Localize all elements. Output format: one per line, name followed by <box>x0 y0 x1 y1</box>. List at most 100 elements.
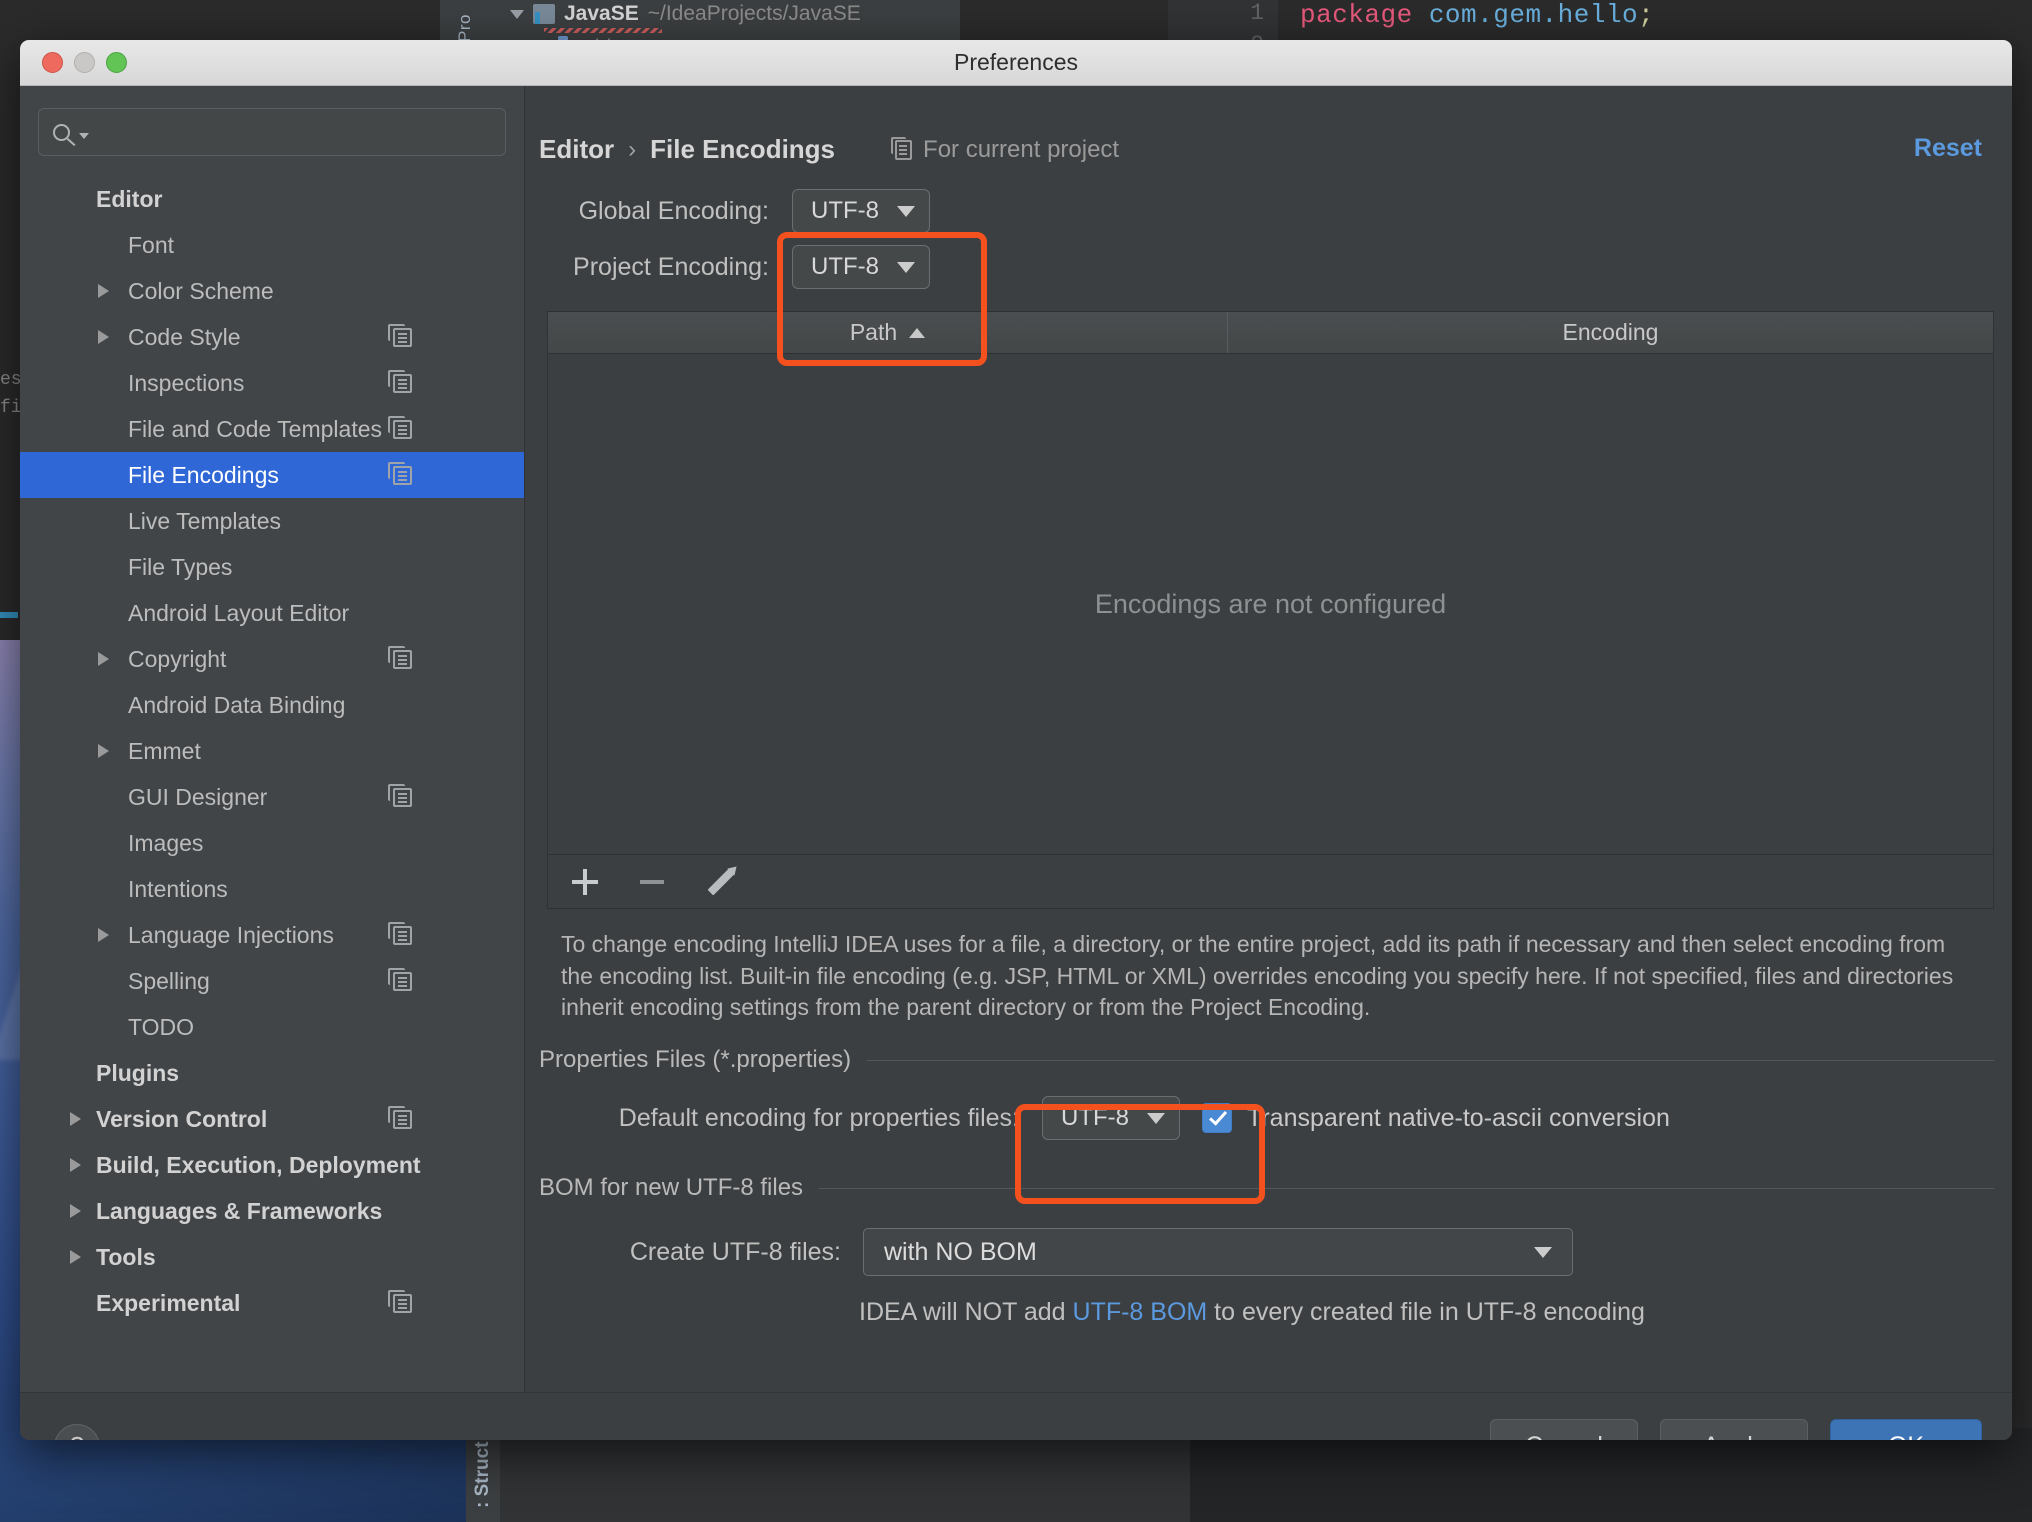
sidebar-item-label: Color Scheme <box>128 277 274 304</box>
reset-link[interactable]: Reset <box>1914 134 1982 163</box>
sidebar-item-inspections[interactable]: Inspections <box>20 360 524 406</box>
copy-settings-icon[interactable] <box>388 323 412 347</box>
dialog-footer: ? Cancel Apply OK <box>20 1392 2012 1440</box>
search-input[interactable] <box>38 108 506 156</box>
copy-settings-icon[interactable] <box>388 783 412 807</box>
project-encoding-select[interactable]: UTF-8 <box>792 245 930 289</box>
sidebar-item-file-types[interactable]: File Types <box>20 544 524 590</box>
chevron-right-icon[interactable] <box>70 1112 81 1126</box>
backdrop-bottom-editor <box>1190 1428 2032 1522</box>
global-encoding-row: Global Encoding: UTF-8 <box>525 189 2012 233</box>
sidebar-item-plugins[interactable]: Plugins <box>20 1050 524 1096</box>
sidebar-item-code-style[interactable]: Code Style <box>20 314 524 360</box>
transparent-conversion-control[interactable]: Transparent native-to-ascii conversion <box>1202 1103 1670 1134</box>
ok-button[interactable]: OK <box>1830 1418 1982 1440</box>
sidebar-item-languages-frameworks[interactable]: Languages & Frameworks <box>20 1188 524 1234</box>
properties-encoding-value: UTF-8 <box>1061 1104 1129 1132</box>
backdrop-squiggle <box>544 28 662 33</box>
copy-settings-icon[interactable] <box>388 461 412 485</box>
chevron-right-icon[interactable] <box>70 1250 81 1264</box>
apply-button[interactable]: Apply <box>1660 1418 1808 1440</box>
backdrop-accent-line <box>0 612 18 618</box>
table-column-encoding[interactable]: Encoding <box>1228 312 1993 353</box>
properties-default-encoding-row: Default encoding for properties files: U… <box>539 1096 1994 1141</box>
chevron-right-icon[interactable] <box>98 744 109 758</box>
project-encoding-label: Project Encoding: <box>573 252 769 281</box>
sidebar-item-build-execution-deployment[interactable]: Build, Execution, Deployment <box>20 1142 524 1188</box>
sidebar-item-experimental[interactable]: Experimental <box>20 1280 524 1326</box>
chevron-right-icon[interactable] <box>98 284 109 298</box>
sidebar-item-label: Copyright <box>128 645 227 672</box>
settings-content: Editor › File Encodings For current proj… <box>525 86 2012 1392</box>
chevron-down-icon <box>79 132 89 139</box>
chevron-right-icon[interactable] <box>70 1158 81 1172</box>
chevron-right-icon[interactable] <box>70 1204 81 1218</box>
sidebar-item-label: Live Templates <box>128 507 281 534</box>
chevron-right-icon[interactable] <box>98 330 109 344</box>
table-column-path[interactable]: Path <box>548 312 1228 353</box>
help-button[interactable]: ? <box>54 1423 100 1440</box>
project-encoding-row: Project Encoding: UTF-8 <box>525 245 2012 289</box>
table-empty-message: Encodings are not configured <box>1094 588 1447 619</box>
sidebar-item-copyright[interactable]: Copyright <box>20 636 524 682</box>
sidebar-item-images[interactable]: Images <box>20 820 524 866</box>
global-encoding-select[interactable]: UTF-8 <box>792 189 930 233</box>
sidebar-item-live-templates[interactable]: Live Templates <box>20 498 524 544</box>
sort-ascending-icon <box>909 327 926 338</box>
sidebar-item-font[interactable]: Font <box>20 222 524 268</box>
chevron-down-icon <box>1147 1112 1165 1124</box>
sidebar-item-editor[interactable]: Editor <box>20 176 524 222</box>
add-icon[interactable] <box>572 868 598 895</box>
search-icon <box>53 123 70 141</box>
edit-icon[interactable] <box>707 868 735 895</box>
copy-settings-icon[interactable] <box>388 1289 412 1313</box>
chevron-right-icon[interactable] <box>98 652 109 666</box>
settings-sidebar: Editor Font Color Scheme Code Style Inspecti… <box>20 86 525 1392</box>
sidebar-item-label: Android Layout Editor <box>128 599 350 626</box>
sidebar-item-label: Version Control <box>96 1105 268 1132</box>
sidebar-item-file-and-code-templates[interactable]: File and Code Templates <box>20 406 524 452</box>
remove-icon[interactable] <box>640 879 664 884</box>
copy-settings-icon <box>891 136 913 160</box>
sidebar-item-gui-designer[interactable]: GUI Designer <box>20 774 524 820</box>
sidebar-item-intentions[interactable]: Intentions <box>20 866 524 912</box>
breadcrumb-separator-icon: › <box>628 135 637 163</box>
copy-settings-icon[interactable] <box>388 967 412 991</box>
bom-note-link[interactable]: UTF-8 BOM <box>1073 1298 1208 1326</box>
sidebar-item-label: Font <box>128 231 175 258</box>
bom-create-value: with NO BOM <box>884 1237 1037 1266</box>
sidebar-item-android-data-binding[interactable]: Android Data Binding <box>20 682 524 728</box>
sidebar-item-todo[interactable]: TODO <box>20 1004 524 1050</box>
sidebar-item-version-control[interactable]: Version Control <box>20 1096 524 1142</box>
copy-settings-icon[interactable] <box>388 369 412 393</box>
cancel-button[interactable]: Cancel <box>1490 1418 1638 1440</box>
copy-settings-icon[interactable] <box>388 921 412 945</box>
transparent-conversion-checkbox[interactable] <box>1202 1103 1232 1134</box>
chevron-down-icon <box>510 9 524 19</box>
properties-default-encoding-label: Default encoding for properties files: <box>618 1103 1019 1132</box>
bom-create-select[interactable]: with NO BOM <box>863 1228 1573 1277</box>
window-title: Preferences <box>953 49 1078 75</box>
copy-settings-icon[interactable] <box>388 1105 412 1129</box>
preferences-dialog: Preferences Editor Font Color Scheme Code S… <box>20 40 2012 1440</box>
properties-encoding-select[interactable]: UTF-8 <box>1042 1096 1180 1141</box>
sidebar-item-language-injections[interactable]: Language Injections <box>20 912 524 958</box>
bom-create-row: Create UTF-8 files: with NO BOM <box>539 1228 1994 1277</box>
sidebar-item-file-encodings[interactable]: File Encodings <box>20 452 524 498</box>
bom-note-suffix: to every created file in UTF-8 encoding <box>1207 1298 1645 1327</box>
chevron-right-icon[interactable] <box>98 928 109 942</box>
breadcrumb-root[interactable]: Editor <box>539 134 614 165</box>
sidebar-item-emmet[interactable]: Emmet <box>20 728 524 774</box>
dialog-titlebar[interactable]: Preferences <box>20 40 2012 86</box>
sidebar-item-label: Editor <box>96 185 163 212</box>
copy-settings-icon[interactable] <box>388 415 412 439</box>
transparent-conversion-label: Transparent native-to-ascii conversion <box>1247 1103 1670 1132</box>
section-divider <box>867 1059 1994 1061</box>
sidebar-item-color-scheme[interactable]: Color Scheme <box>20 268 524 314</box>
sidebar-item-tools[interactable]: Tools <box>20 1234 524 1280</box>
sidebar-item-spelling[interactable]: Spelling <box>20 958 524 1004</box>
sidebar-item-android-layout-editor[interactable]: Android Layout Editor <box>20 590 524 636</box>
copy-settings-icon[interactable] <box>388 645 412 669</box>
settings-nav-list: Editor Font Color Scheme Code Style Inspecti… <box>20 176 524 1326</box>
breadcrumb: Editor › File Encodings For current proj… <box>525 86 2012 165</box>
